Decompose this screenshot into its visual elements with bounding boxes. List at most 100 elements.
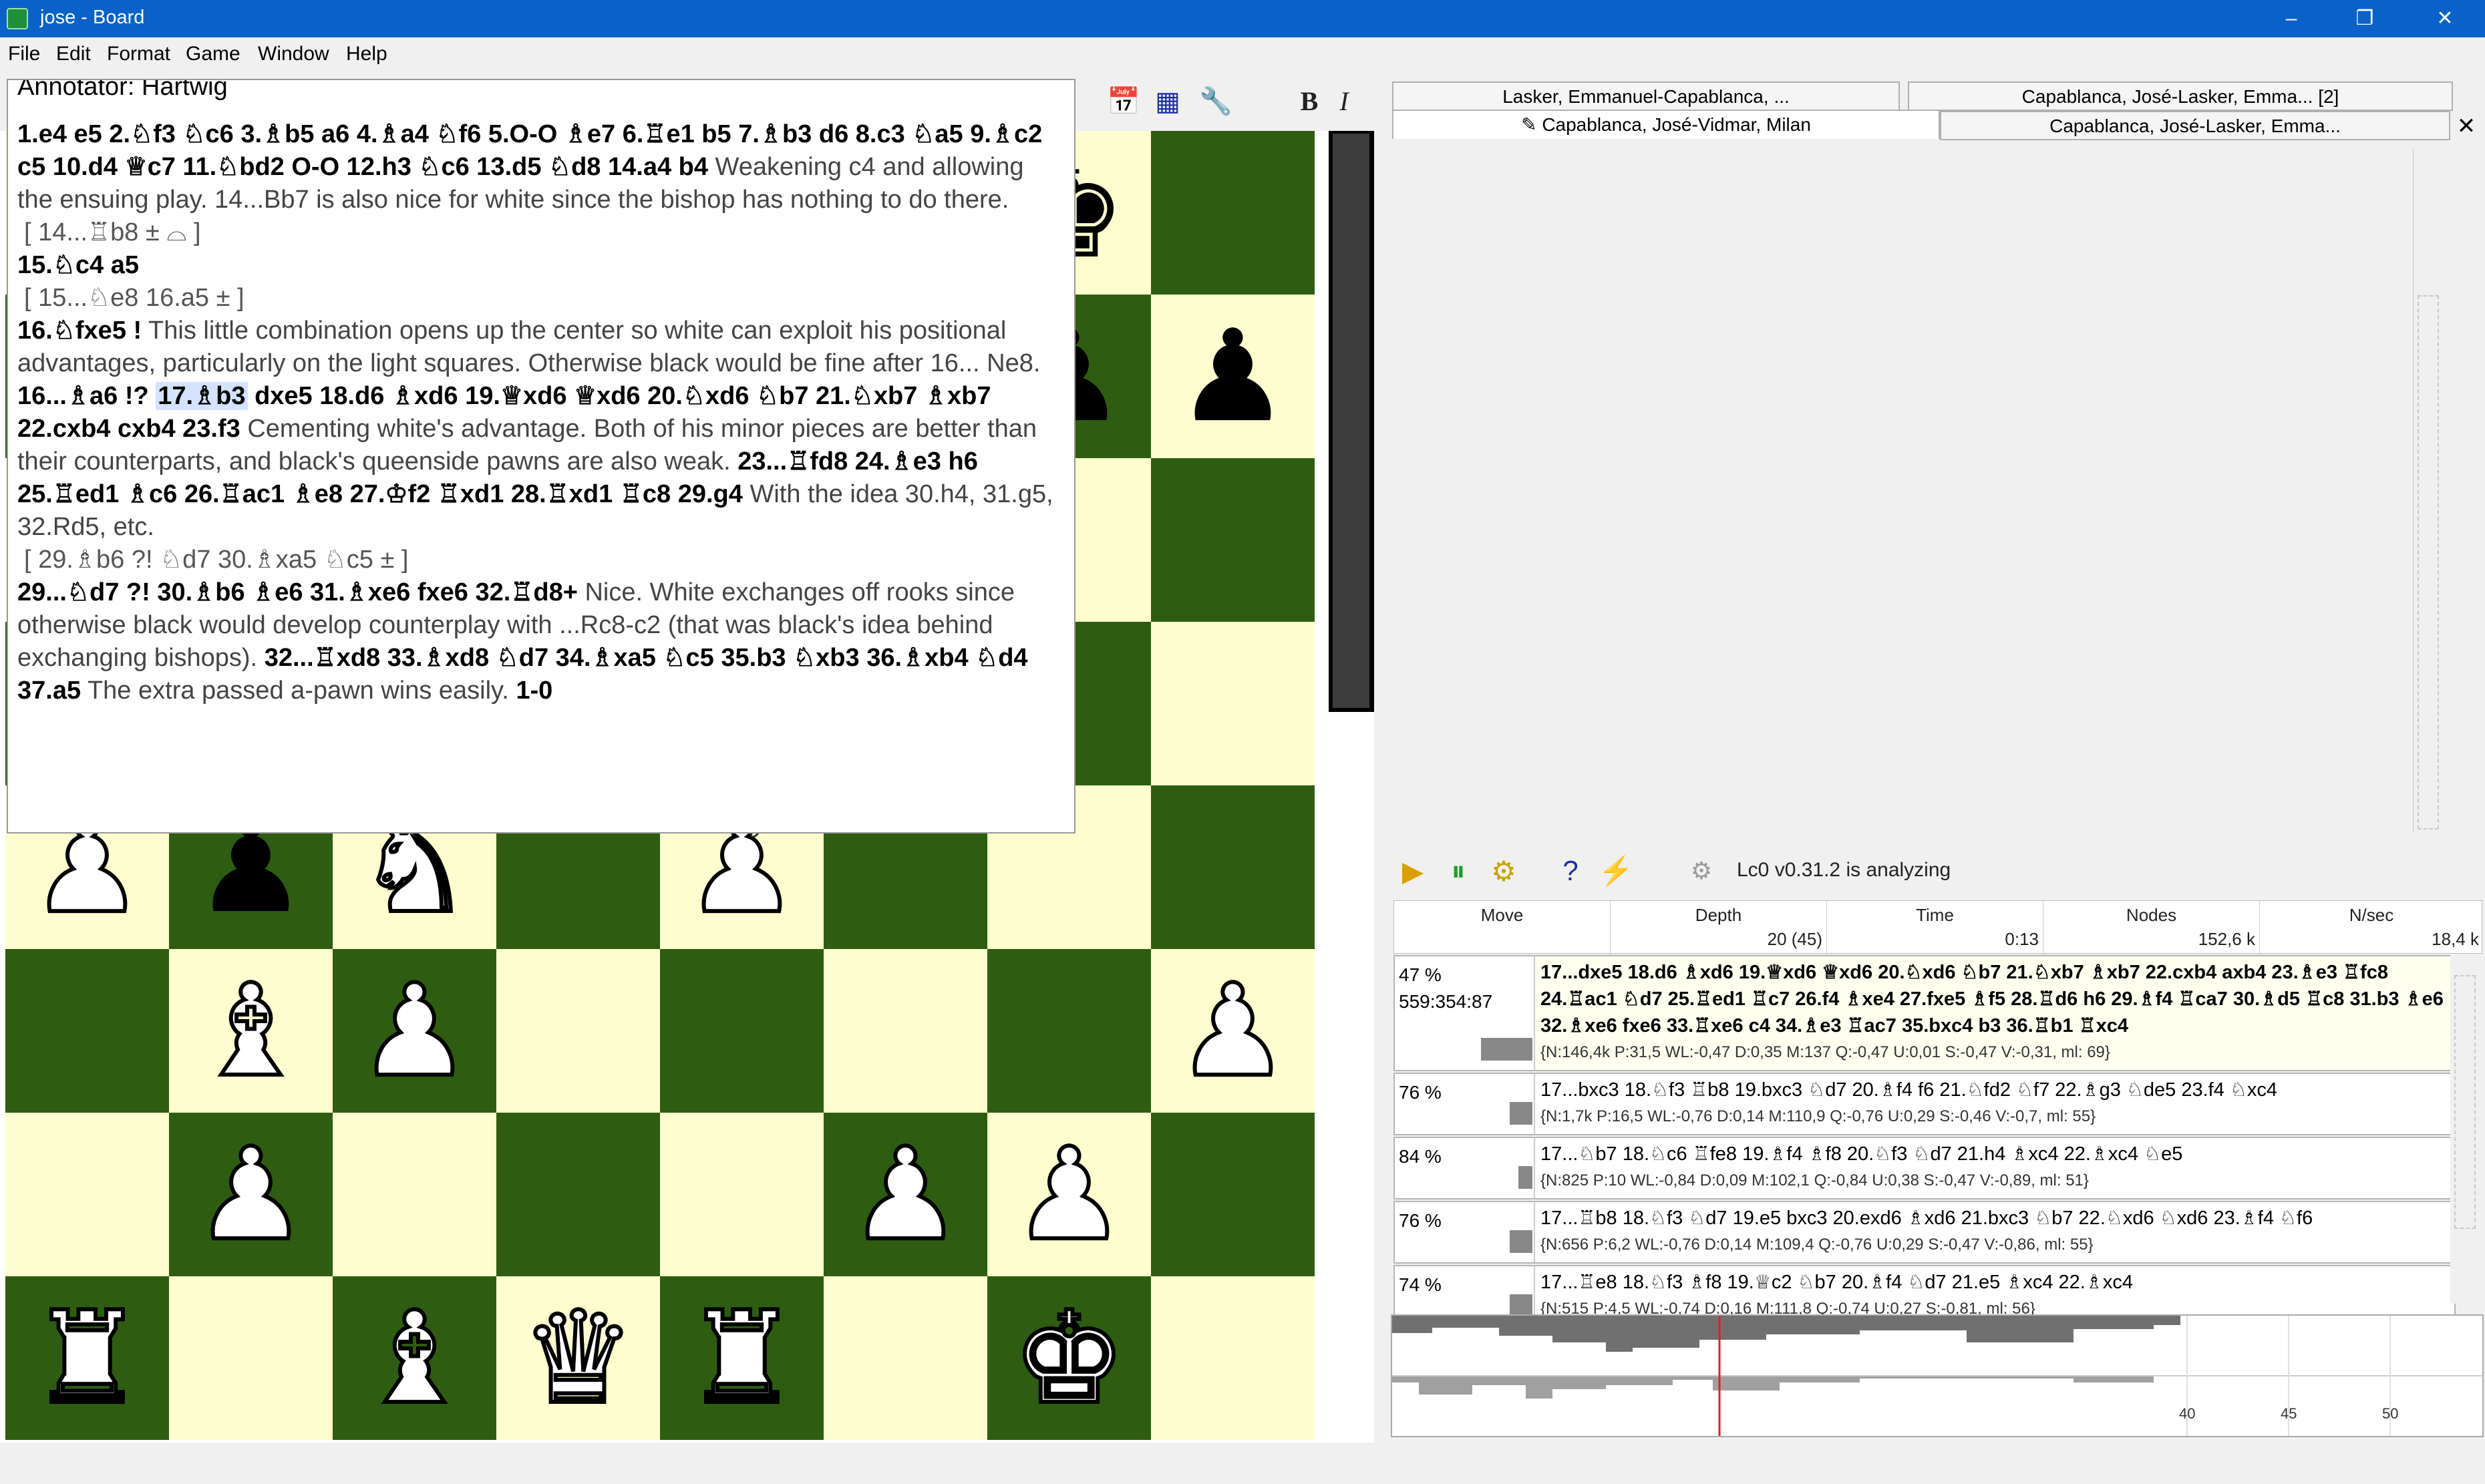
variation-3[interactable]: [ 29.♗b6 ?! ♘d7 30.♗xa5 ♘c5 ± ] <box>17 544 1065 576</box>
black-pawn-icon[interactable]: ♟ <box>1176 313 1289 440</box>
mainline-moves[interactable]: 29...♘d7 ?! 30.♗b6 ♗e6 31.♗xe6 fxe6 32.♖… <box>17 578 578 606</box>
menu-window[interactable]: Window <box>258 43 329 65</box>
square-h5[interactable] <box>1151 622 1315 785</box>
square-h6[interactable] <box>1151 458 1315 622</box>
white-king-icon[interactable]: ♚ <box>1010 1292 1128 1423</box>
pv-bar <box>1475 1102 1532 1125</box>
header-nps[interactable]: N/sec 18,4 k <box>2260 901 2483 954</box>
square-a3[interactable] <box>5 949 169 1113</box>
tab-game-4[interactable]: Capablanca, José-Lasker, Emma... <box>1940 111 2450 140</box>
scroll-thumb[interactable] <box>2454 975 2476 1229</box>
square-f3[interactable] <box>824 949 987 1113</box>
square-b3[interactable]: ♝ <box>169 949 333 1113</box>
square-g2[interactable]: ♟ <box>987 1113 1151 1276</box>
header-nodes[interactable]: Nodes 152,6 k <box>2043 901 2260 954</box>
menu-edit[interactable]: Edit <box>56 43 91 65</box>
square-e3[interactable] <box>660 949 824 1113</box>
wrench-icon[interactable]: 🔧 <box>1198 84 1233 119</box>
pv-moves[interactable]: 17...dxe5 18.d6 ♗xd6 19.♕xd6 ♕xd6 20.♘xd… <box>1540 959 2449 1066</box>
tab-game-3-active[interactable]: ✎ Capablanca, José-Vidmar, Milan <box>1392 110 1940 139</box>
engine-pause-icon[interactable]: ⏸ <box>1442 854 1475 888</box>
tab-game-1[interactable]: Lasker, Emmanuel-Capablanca, ... <box>1392 81 1900 111</box>
tab-game-2[interactable]: Capablanca, José-Lasker, Emma... [2] <box>1908 81 2453 111</box>
minimize-button[interactable]: – <box>2258 0 2325 37</box>
menu-help[interactable]: Help <box>346 43 387 65</box>
pv-moves-text[interactable]: 17...♖e8 18.♘f3 ♗f8 19.♕c2 ♘b7 20.♗f4 ♘d… <box>1540 1272 2133 1293</box>
square-d2[interactable] <box>496 1113 660 1276</box>
white-pawn-icon[interactable]: ♟ <box>846 1129 964 1260</box>
variation-2[interactable]: [ 15...♘e8 16.a5 ± ] <box>17 282 1065 315</box>
white-bishop-icon[interactable]: ♝ <box>192 965 309 1096</box>
square-c1[interactable]: ♝ <box>333 1276 496 1440</box>
square-h7[interactable]: ♟ <box>1151 295 1315 458</box>
square-b1[interactable] <box>169 1276 333 1440</box>
engine-play-icon[interactable]: ▶ <box>1396 854 1430 888</box>
square-d1[interactable]: ♛ <box>496 1276 660 1440</box>
engine-scrollbar[interactable] <box>2450 955 2480 1304</box>
menu-game[interactable]: Game <box>186 43 240 65</box>
white-pawn-icon[interactable]: ♟ <box>1174 965 1291 1096</box>
pv-moves-text[interactable]: 17...♘b7 18.♘c6 ♖fe8 19.♗f4 ♗f8 20.♘f3 ♘… <box>1540 1143 2182 1165</box>
white-rook-icon[interactable]: ♜ <box>683 1292 800 1423</box>
italic-button[interactable]: I <box>1327 84 1361 119</box>
white-pawn-icon[interactable]: ♟ <box>192 1129 309 1260</box>
square-a1[interactable]: ♜ <box>5 1276 169 1440</box>
square-e1[interactable]: ♜ <box>660 1276 824 1440</box>
lightning-icon[interactable]: ⚡ <box>1599 854 1633 888</box>
square-h3[interactable]: ♟ <box>1151 949 1315 1113</box>
pv-moves[interactable]: 17...bxc3 18.♘f3 ♖b8 19.bxc3 ♘d7 20.♗f4 … <box>1540 1077 2449 1130</box>
pv-moves-text[interactable]: 17...♖b8 18.♘f3 ♘d7 19.e5 bxc3 20.exd6 ♗… <box>1540 1208 2313 1229</box>
pv-line[interactable]: 47 % 559:354:87 17...dxe5 18.d6 ♗xd6 19.♕… <box>1393 955 2456 1071</box>
variation-1[interactable]: [ 14...♖b8 ± ⌓ ] <box>17 216 1065 249</box>
header-move[interactable]: Move <box>1394 901 1611 954</box>
maximize-button[interactable]: ❐ <box>2331 0 2398 37</box>
square-h1[interactable] <box>1151 1276 1315 1440</box>
white-queen-icon[interactable]: ♛ <box>519 1292 637 1423</box>
square-c2[interactable] <box>333 1113 496 1276</box>
notation-pane[interactable]: Annotator: Hartwig 1.e4 e5 2.♘f3 ♘c6 3.♗… <box>7 79 1075 833</box>
pv-moves[interactable]: 17...♘b7 18.♘c6 ♖fe8 19.♗f4 ♗f8 20.♘f3 ♘… <box>1540 1141 2449 1194</box>
table-icon[interactable]: ▦ <box>1150 84 1185 119</box>
menu-format[interactable]: Format <box>107 43 170 65</box>
white-pawn-icon[interactable]: ♟ <box>1010 1129 1128 1260</box>
header-depth[interactable]: Depth 20 (45) <box>1611 901 1827 954</box>
square-a2[interactable] <box>5 1113 169 1276</box>
square-f1[interactable] <box>824 1276 987 1440</box>
calendar-icon[interactable]: 📅 <box>1106 84 1141 119</box>
square-e2[interactable] <box>660 1113 824 1276</box>
square-g1[interactable]: ♚ <box>987 1276 1151 1440</box>
close-tab-icon[interactable]: ✕ <box>2453 112 2480 142</box>
square-h4[interactable] <box>1151 785 1315 949</box>
menu-file[interactable]: File <box>8 43 40 65</box>
notation-scrollbar[interactable] <box>2413 148 2442 832</box>
white-pawn-icon[interactable]: ♟ <box>355 965 473 1096</box>
mainline-moves[interactable]: 16...♗a6 !? <box>17 382 156 410</box>
square-b2[interactable]: ♟ <box>169 1113 333 1276</box>
close-window-button[interactable]: ✕ <box>2412 0 2478 37</box>
nps-value: 18,4 k <box>2432 929 2479 949</box>
bold-button[interactable]: B <box>1292 84 1327 119</box>
square-f2[interactable]: ♟ <box>824 1113 987 1276</box>
mainline-moves[interactable]: 15.♘c4 a5 <box>17 251 139 279</box>
square-c3[interactable]: ♟ <box>333 949 496 1113</box>
square-g3[interactable] <box>987 949 1151 1113</box>
white-bishop-icon[interactable]: ♝ <box>355 1292 473 1423</box>
pv-line[interactable]: 76 % 17...bxc3 18.♘f3 ♖b8 19.bxc3 ♘d7 20… <box>1393 1073 2456 1135</box>
header-time[interactable]: Time 0:13 <box>1827 901 2043 954</box>
square-h2[interactable] <box>1151 1113 1315 1276</box>
pv-line[interactable]: 84 % 17...♘b7 18.♘c6 ♖fe8 19.♗f4 ♗f8 20.… <box>1393 1137 2456 1199</box>
mainline-moves[interactable]: 16.♘fxe5 ! <box>17 317 142 345</box>
pv-moves[interactable]: 17...♖b8 18.♘f3 ♘d7 19.e5 bxc3 20.exd6 ♗… <box>1540 1205 2449 1258</box>
help-icon[interactable]: ? <box>1554 854 1587 888</box>
square-d3[interactable] <box>496 949 660 1113</box>
current-move[interactable]: 17.♗b3 <box>156 382 248 410</box>
pv-line[interactable]: 76 % 17...♖b8 18.♘f3 ♘d7 19.e5 bxc3 20.e… <box>1393 1201 2456 1264</box>
square-h8[interactable] <box>1151 131 1315 295</box>
pv-moves-text[interactable]: 17...bxc3 18.♘f3 ♖b8 19.bxc3 ♘d7 20.♗f4 … <box>1540 1079 2277 1101</box>
evaluation-graph[interactable]: 40 45 50 <box>1391 1314 2484 1437</box>
white-rook-icon[interactable]: ♜ <box>28 1292 146 1423</box>
engine-settings-icon[interactable]: ⚙ <box>1487 854 1520 888</box>
scroll-thumb[interactable] <box>2418 295 2439 829</box>
board-scroll-thumb[interactable] <box>1333 134 1369 708</box>
pv-moves-text[interactable]: 17...dxe5 18.d6 ♗xd6 19.♕xd6 ♕xd6 20.♘xd… <box>1540 962 2444 1037</box>
